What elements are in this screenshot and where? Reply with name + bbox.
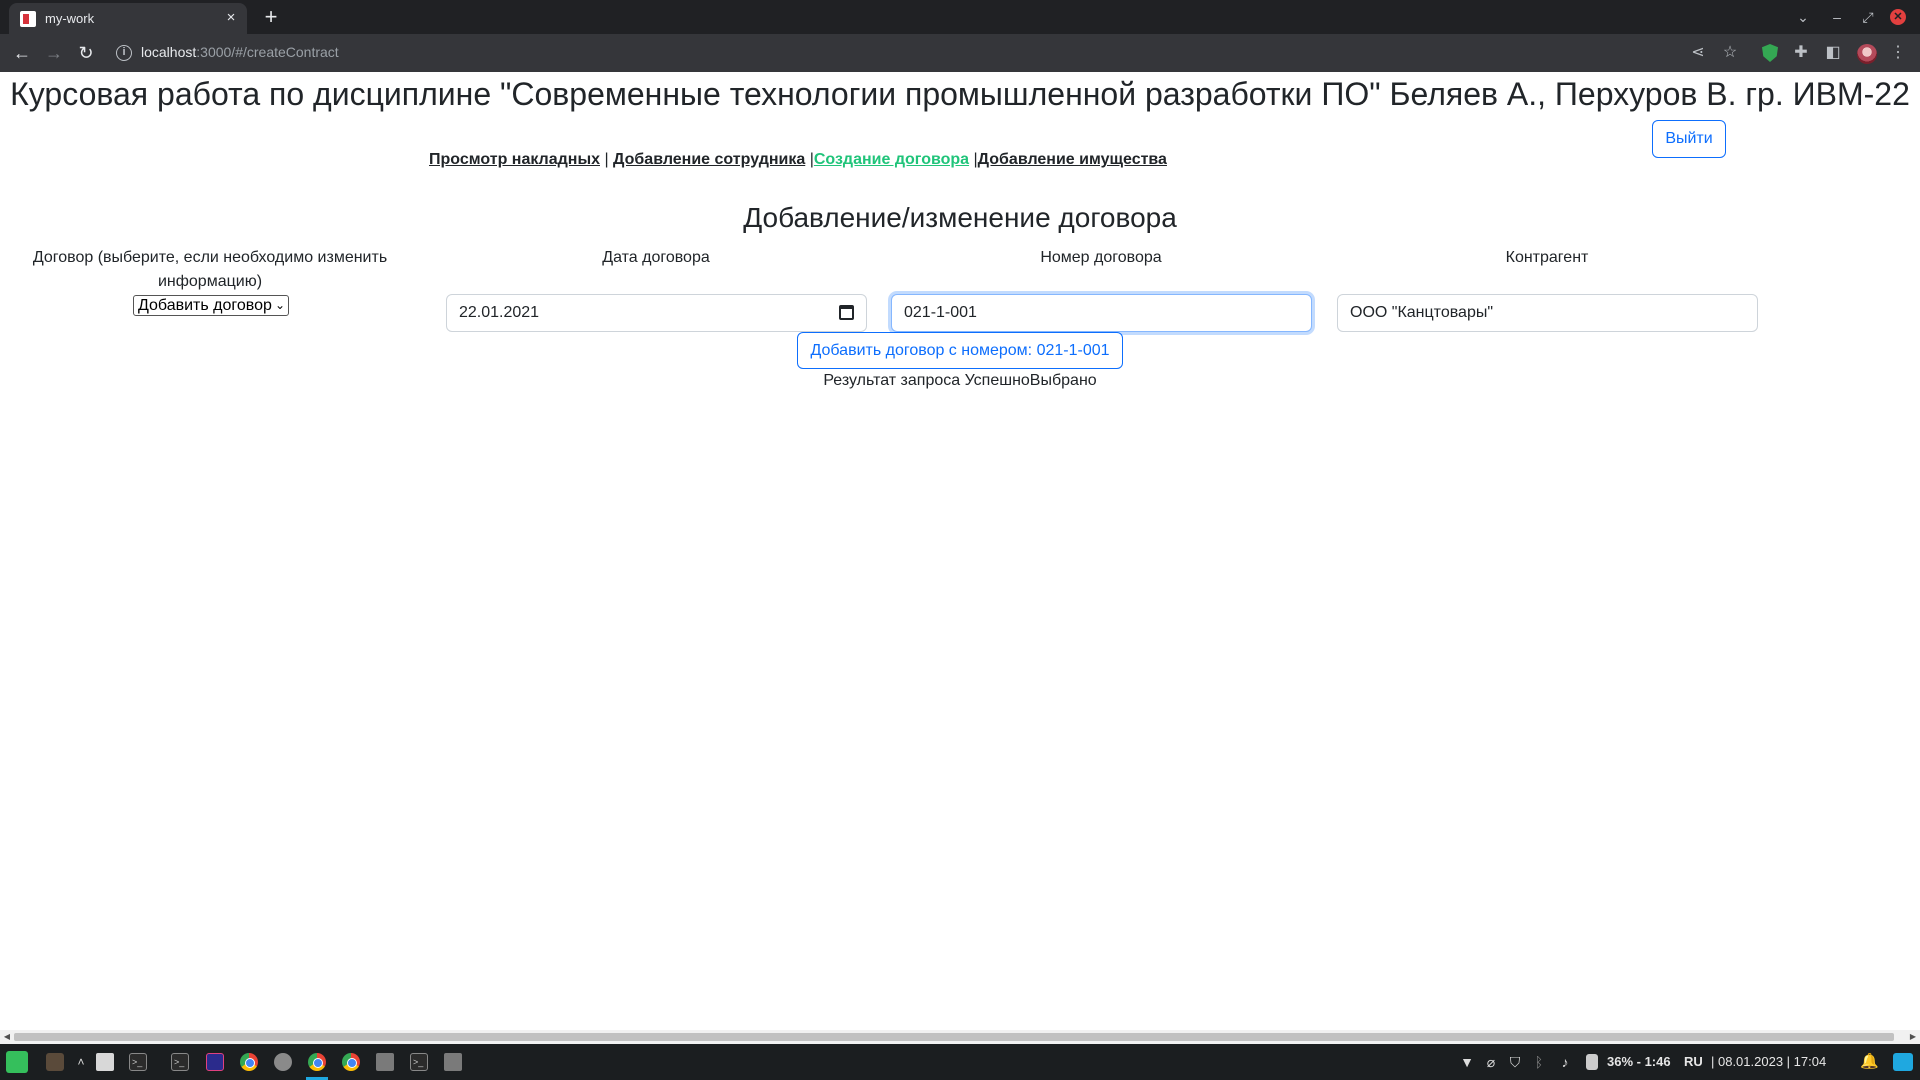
shield-icon[interactable]: ⛉ xyxy=(1506,1053,1524,1071)
ide-icon[interactable] xyxy=(206,1053,224,1071)
logout-button[interactable]: Выйти xyxy=(1652,120,1726,158)
counterparty-value: ООО "Канцтовары" xyxy=(1350,304,1494,321)
tab-search-chevron-icon[interactable]: ⌄ xyxy=(1792,6,1814,28)
back-arrow-icon[interactable]: ← xyxy=(10,42,34,64)
bluetooth-icon[interactable]: ᛒ xyxy=(1530,1053,1548,1071)
contract-select[interactable]: Добавить договор ⌄ xyxy=(133,295,289,316)
date-time[interactable]: | 08.01.2023 | 17:04 xyxy=(1711,1054,1826,1069)
tab-title: my-work xyxy=(45,11,95,26)
volume-icon[interactable]: ♪ xyxy=(1556,1053,1574,1071)
nav-link-add-property[interactable]: Добавление имущества xyxy=(978,151,1167,168)
contract-number-value: 021-1-001 xyxy=(904,304,977,321)
nav-separator: | xyxy=(600,151,614,168)
add-contract-button[interactable]: Добавить договор с номером: 021-1-001 xyxy=(797,332,1123,369)
file-manager-icon[interactable] xyxy=(96,1053,114,1071)
tab-close-icon[interactable]: × xyxy=(221,8,241,28)
scroll-right-icon[interactable]: ▶ xyxy=(1907,1031,1919,1043)
terminal-icon[interactable]: >_ xyxy=(410,1053,428,1071)
os-taskbar: ˄ >_ >_ >_ ▼ ⌀ ⛉ ᛒ ♪ 36% - 1:46 RU | 08.… xyxy=(0,1044,1920,1080)
minimize-icon[interactable]: – xyxy=(1826,6,1848,28)
number-group: Номер договора xyxy=(891,246,1311,270)
chevron-down-icon: ⌄ xyxy=(274,298,285,312)
chrome-icon[interactable] xyxy=(240,1053,258,1071)
side-panel-icon[interactable]: ◧ xyxy=(1823,43,1843,63)
workspace-grid-icon[interactable] xyxy=(46,1053,64,1071)
address-bar[interactable]: localhost:3000/#/createContract xyxy=(141,44,339,60)
scrollbar-thumb[interactable] xyxy=(14,1033,1894,1041)
wifi-icon[interactable]: ▼ xyxy=(1458,1053,1476,1071)
contract-date-input[interactable]: 22.01.2021 xyxy=(446,294,867,332)
terminal-window-icon[interactable]: >_ xyxy=(171,1053,189,1071)
page-content: Курсовая работа по дисциплине "Современн… xyxy=(0,72,1920,1032)
browser-menu-icon[interactable]: ⋮ xyxy=(1888,43,1908,63)
new-tab-button[interactable]: + xyxy=(258,4,284,30)
nav-separator: | xyxy=(969,151,978,168)
counterparty-group: Контрагент xyxy=(1337,246,1757,270)
date-group: Дата договора xyxy=(446,246,866,270)
query-result-text: Результат запроса УспешноВыбрано xyxy=(823,372,1097,389)
page-title: Курсовая работа по дисциплине "Современн… xyxy=(10,76,1910,112)
show-desktop-icon[interactable] xyxy=(1893,1053,1913,1071)
window-close-icon[interactable]: ✕ xyxy=(1890,9,1906,25)
browser-tab[interactable]: my-work × xyxy=(9,3,247,34)
start-menu-icon[interactable] xyxy=(6,1051,28,1073)
horizontal-scrollbar[interactable]: ◀ ▶ xyxy=(0,1030,1920,1044)
calendar-icon[interactable] xyxy=(839,305,854,320)
chrome-active-icon[interactable] xyxy=(308,1053,326,1071)
counterparty-input[interactable]: ООО "Канцтовары" xyxy=(1337,294,1758,332)
forward-arrow-icon[interactable]: → xyxy=(42,42,66,64)
date-label: Дата договора xyxy=(602,249,710,266)
contract-select-value: Добавить договор xyxy=(138,297,272,314)
reload-icon[interactable]: ↻ xyxy=(74,42,98,64)
terminal-icon[interactable]: >_ xyxy=(129,1053,147,1071)
battery-icon[interactable] xyxy=(1586,1054,1598,1070)
app-icon[interactable] xyxy=(274,1053,292,1071)
site-info-icon[interactable]: i xyxy=(116,45,132,61)
main-nav: Просмотр накладных | Добавление сотрудни… xyxy=(429,151,1167,169)
nav-link-add-employee[interactable]: Добавление сотрудника xyxy=(613,151,805,168)
chrome-window-icon[interactable] xyxy=(342,1053,360,1071)
nav-separator: | xyxy=(805,151,814,168)
restore-icon[interactable]: ⤢ xyxy=(1857,6,1879,28)
browser-toolbar: ← → ↻ i localhost:3000/#/createContract … xyxy=(0,34,1920,72)
contract-select-label: Договор (выберите, если необходимо измен… xyxy=(32,249,388,290)
url-path: :3000/#/createContract xyxy=(196,44,339,60)
contract-date-value: 22.01.2021 xyxy=(459,304,540,321)
scroll-left-icon[interactable]: ◀ xyxy=(1,1031,13,1043)
folder-icon[interactable] xyxy=(444,1053,462,1071)
contract-number-label: Номер договора xyxy=(1040,249,1162,266)
bookmark-star-icon[interactable]: ☆ xyxy=(1720,43,1740,63)
extensions-puzzle-icon[interactable]: ✚ xyxy=(1791,43,1811,63)
url-host: localhost xyxy=(141,44,197,60)
counterparty-label: Контрагент xyxy=(1505,249,1589,266)
contract-select-group: Договор (выберите, если необходимо измен… xyxy=(25,246,395,294)
battery-status: 36% - 1:46 xyxy=(1607,1054,1671,1069)
nav-link-create-contract[interactable]: Создание договора xyxy=(814,151,969,168)
nav-link-invoices[interactable]: Просмотр накладных xyxy=(429,151,600,168)
section-title: Добавление/изменение договора xyxy=(743,202,1177,233)
profile-avatar[interactable] xyxy=(1857,44,1877,64)
site-favicon-icon xyxy=(20,11,36,27)
share-icon[interactable]: ⋖ xyxy=(1688,43,1708,63)
folder-icon[interactable] xyxy=(376,1053,394,1071)
notification-bell-icon[interactable]: 🔔 xyxy=(1860,1053,1879,1071)
keyboard-layout[interactable]: RU xyxy=(1684,1054,1703,1069)
browser-tab-strip: my-work × + ⌄ – ⤢ ✕ xyxy=(0,0,1920,34)
contract-number-input[interactable]: 021-1-001 xyxy=(891,294,1312,332)
paperclip-icon[interactable]: ⌀ xyxy=(1482,1053,1500,1071)
chevron-up-icon[interactable]: ˄ xyxy=(72,1053,90,1071)
